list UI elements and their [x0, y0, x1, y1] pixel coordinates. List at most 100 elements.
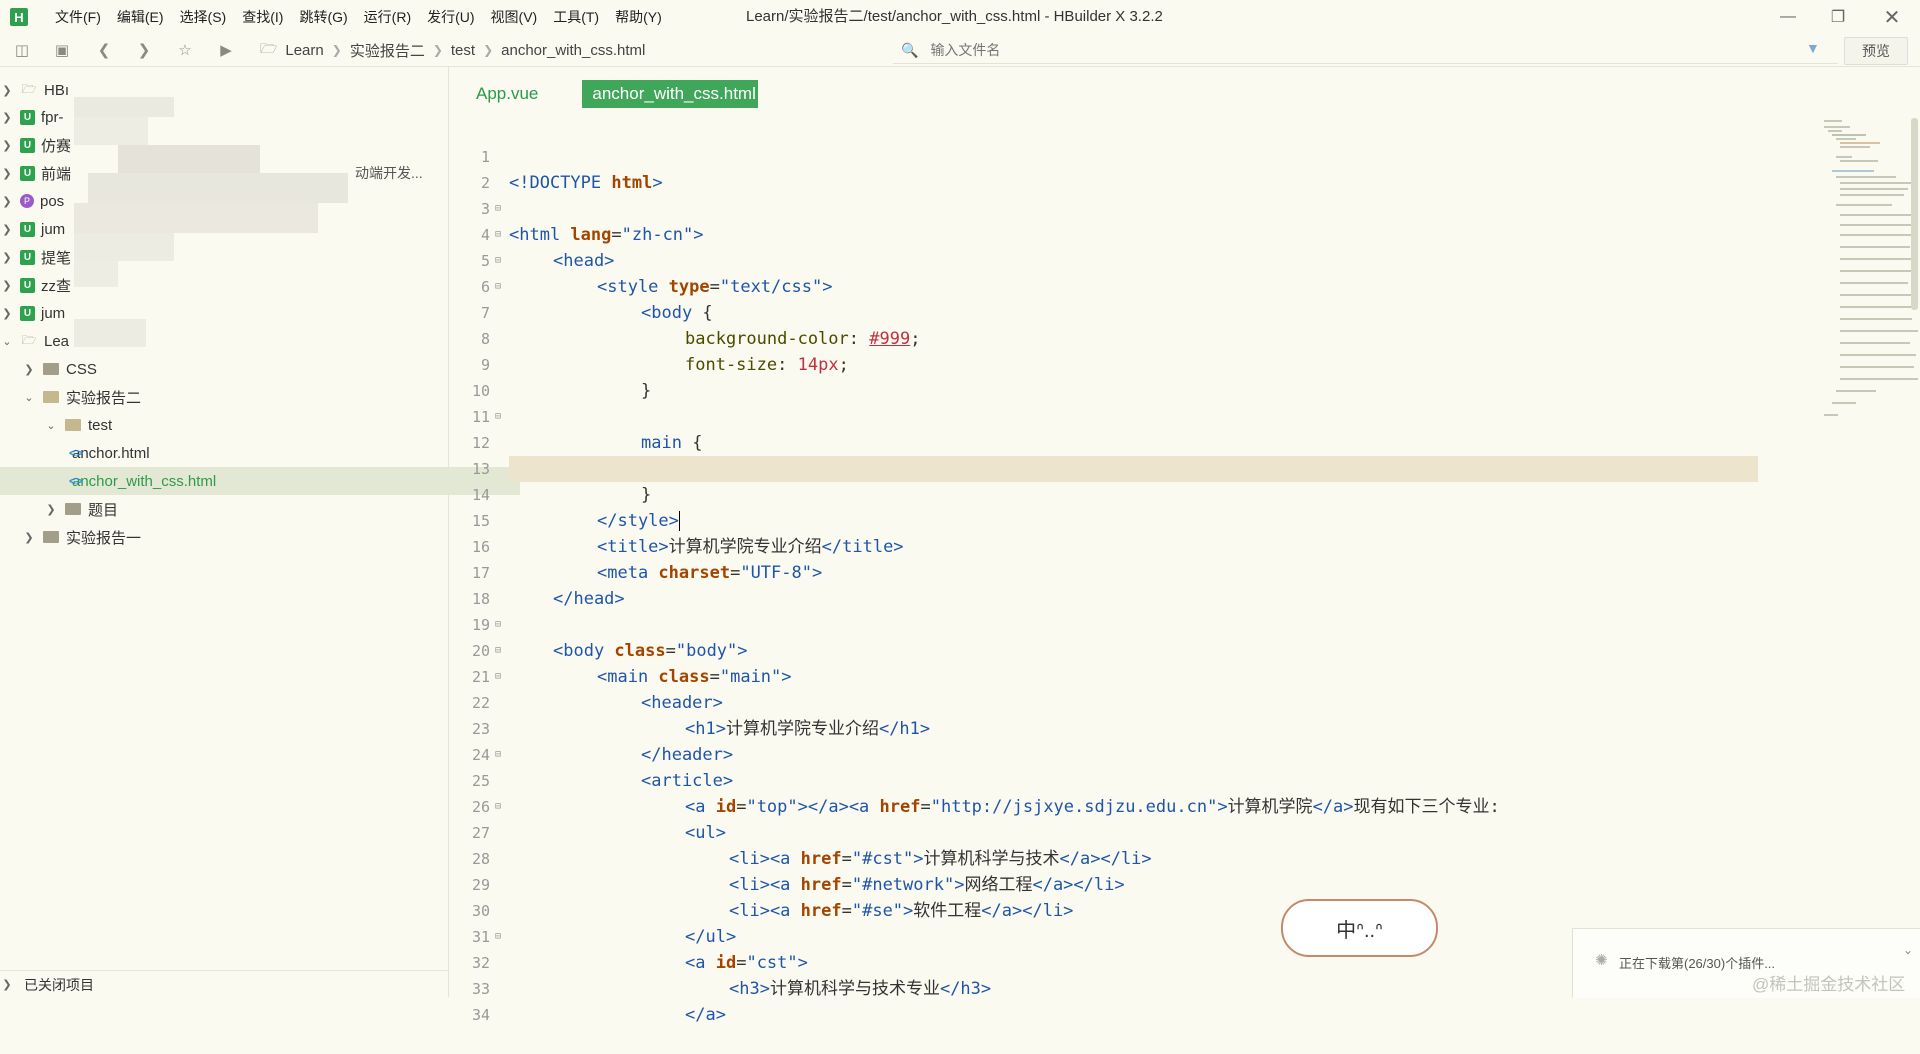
folder-open-icon — [64, 417, 82, 433]
minimize-icon[interactable]: — — [1764, 0, 1812, 34]
chevron-right-icon[interactable]: ❯ — [22, 363, 36, 376]
file-search-icon: 🔍 — [901, 41, 919, 58]
back-icon[interactable]: ❮ — [94, 40, 114, 60]
tree-item-label: 仿赛 — [41, 137, 72, 155]
menu-select[interactable]: 选择(S) — [172, 0, 235, 34]
menu-edit[interactable]: 编辑(E) — [109, 0, 172, 34]
chevron-right-icon[interactable]: ❯ — [0, 279, 14, 292]
chevron-down-icon[interactable]: ⌄ — [1903, 943, 1913, 957]
menu-bar: 文件(F) 编辑(E) 选择(S) 查找(I) 跳转(G) 运行(R) 发行(U… — [47, 0, 670, 34]
tree-item-test[interactable]: ⌄ test — [0, 411, 492, 439]
tree-item-label: fpr- — [41, 108, 64, 126]
chevron-right-icon[interactable]: ❯ — [44, 503, 58, 516]
tree-item-report2[interactable]: ⌄ 实验报告二 — [0, 383, 470, 411]
menu-find[interactable]: 查找(I) — [234, 0, 291, 34]
project-explorer: ❯ 🗁 HBı ❯ Ufpr- ❯ U 仿赛 ❯ U 前端 动端开发... ❯ Ppos ❯ Uj… — [0, 67, 520, 998]
chevron-right-icon[interactable]: ❯ — [0, 195, 14, 208]
code-line: 25 <a id="top"></a><a href="http://jsjxy… — [448, 742, 1818, 817]
chevron-down-icon[interactable]: ⌄ — [22, 391, 36, 404]
blurred-region — [74, 261, 118, 287]
menu-publish[interactable]: 发行(U) — [419, 0, 482, 34]
tree-item-project-9[interactable]: ❯ Ujum — [0, 299, 448, 327]
close-icon[interactable]: ✕ — [1868, 0, 1916, 34]
tree-item-anchor-html[interactable]: <> anchor.html — [0, 439, 520, 467]
breadcrumb-file[interactable]: anchor_with_css.html — [501, 42, 645, 59]
code-line: 21 ⊟ <header> — [448, 638, 1818, 713]
chevron-right-icon[interactable]: ❯ — [0, 223, 14, 236]
tree-item-label: 前端 — [41, 165, 72, 183]
star-icon[interactable]: ☆ — [175, 40, 195, 60]
folder-icon — [42, 529, 60, 545]
chevron-right-icon[interactable]: ❯ — [0, 251, 14, 264]
code-line: 1 <!DOCTYPE html> — [448, 118, 1818, 193]
tree-item-report1[interactable]: ❯ 实验报告一 — [0, 523, 470, 551]
closed-projects[interactable]: ❯ 已关闭项目 — [0, 970, 448, 998]
chevron-right-icon[interactable]: ❯ — [0, 167, 14, 180]
breadcrumb-test[interactable]: test — [451, 42, 475, 59]
chevron-right-icon: ❯ — [483, 43, 494, 57]
tree-item-project-8[interactable]: ❯ Uzz查 — [0, 271, 448, 299]
tree-item-project-7[interactable]: ❯ U 提笔 — [0, 243, 448, 271]
file-search-input[interactable] — [928, 41, 1753, 59]
uniapp-icon: U — [20, 305, 35, 321]
tree-item-label: 实验报告二 — [66, 389, 142, 407]
code-line: 20 ⊟ <main class="main"> — [448, 612, 1818, 687]
menu-help[interactable]: 帮助(Y) — [607, 0, 670, 34]
code-line: 13 } — [448, 430, 1818, 505]
chevron-right-icon[interactable]: ❯ — [22, 531, 36, 544]
preview-button[interactable]: 预览 — [1844, 37, 1908, 65]
forward-icon[interactable]: ❯ — [134, 40, 154, 60]
code-line: 17 </head> — [448, 534, 1818, 609]
minimap[interactable] — [1820, 118, 1920, 498]
tree-item-project-2[interactable]: ❯ Ufpr- — [0, 103, 448, 131]
tree-item-project-1[interactable]: ❯ 🗁 HBı — [0, 76, 448, 104]
code-editor[interactable]: 1 <!DOCTYPE html> 2 3 ⊟ <html lang="zh-cn… — [448, 118, 1818, 1025]
breadcrumb-learn[interactable]: Learn — [285, 42, 323, 59]
menu-view[interactable]: 视图(V) — [483, 0, 546, 34]
filter-icon[interactable]: ▼ — [1806, 40, 1820, 56]
tree-item-anchor-with-css-html[interactable]: <> anchor_with_css.html — [0, 467, 520, 495]
html-file-icon: <> — [68, 474, 83, 488]
code-line: 9 } — [448, 326, 1818, 401]
code-line: 10 — [448, 352, 1818, 400]
blurred-region — [74, 319, 146, 347]
menu-tools[interactable]: 工具(T) — [545, 0, 607, 34]
code-line: 19 ⊟ <body class="body"> — [448, 586, 1818, 661]
tree-item-css[interactable]: ❯ CSS — [0, 355, 470, 383]
toolbar: ◫ ▣ ❮ ❯ ☆ ▶ 🗁 Learn ❯ 实验报告二 ❯ test ❯ anc… — [0, 34, 1920, 67]
breadcrumb-report2[interactable]: 实验报告二 — [350, 40, 425, 61]
chevron-down-icon[interactable]: ⌄ — [44, 419, 58, 432]
chevron-down-icon[interactable]: ⌄ — [0, 335, 14, 348]
tree-item-learn[interactable]: ⌄ 🗁 Lea — [0, 327, 448, 355]
chevron-right-icon[interactable]: ❯ — [0, 111, 14, 124]
save-icon[interactable]: ▣ — [52, 40, 72, 60]
folder-icon: 🗁 — [260, 40, 278, 56]
restore-icon[interactable]: ❐ — [1814, 0, 1862, 34]
chevron-right-icon[interactable]: ❯ — [0, 307, 14, 320]
tab-anchor-with-css[interactable]: anchor_with_css.html — [582, 80, 759, 108]
folder-icon — [64, 501, 82, 517]
folder-open-icon — [42, 389, 60, 405]
chevron-right-icon[interactable]: ❯ — [0, 84, 14, 97]
vertical-scrollbar[interactable] — [1911, 118, 1918, 310]
editor-tabs: App.vue anchor_with_css.html — [460, 80, 759, 108]
menu-goto[interactable]: 跳转(G) — [291, 0, 355, 34]
code-line: 18 — [448, 560, 1818, 608]
code-line: 7 background-color: #999; — [448, 274, 1818, 349]
chevron-right-icon[interactable]: ❯ — [0, 978, 14, 991]
menu-run[interactable]: 运行(R) — [356, 0, 419, 34]
tree-item-questions[interactable]: ❯ 题目 — [0, 495, 492, 523]
hbuilder-logo-icon: H — [10, 8, 28, 26]
new-file-icon[interactable]: ◫ — [12, 40, 32, 60]
chevron-right-icon[interactable]: ❯ — [0, 139, 14, 152]
code-line: 29 <li><a href="#se">软件工程</a></li> — [448, 846, 1818, 921]
menu-file[interactable]: 文件(F) — [47, 0, 109, 34]
tree-item-label: anchor_with_css.html — [72, 472, 217, 490]
code-line: 22 <h1>计算机学院专业介绍</h1> — [448, 664, 1818, 739]
project-icon: 🗁 — [21, 81, 37, 96]
project-purple-icon: P — [20, 194, 34, 208]
run-icon[interactable]: ▶ — [216, 40, 236, 60]
uniapp-icon: U — [20, 277, 35, 293]
tab-app-vue[interactable]: App.vue — [460, 80, 554, 108]
uniapp-icon: U — [20, 109, 35, 125]
